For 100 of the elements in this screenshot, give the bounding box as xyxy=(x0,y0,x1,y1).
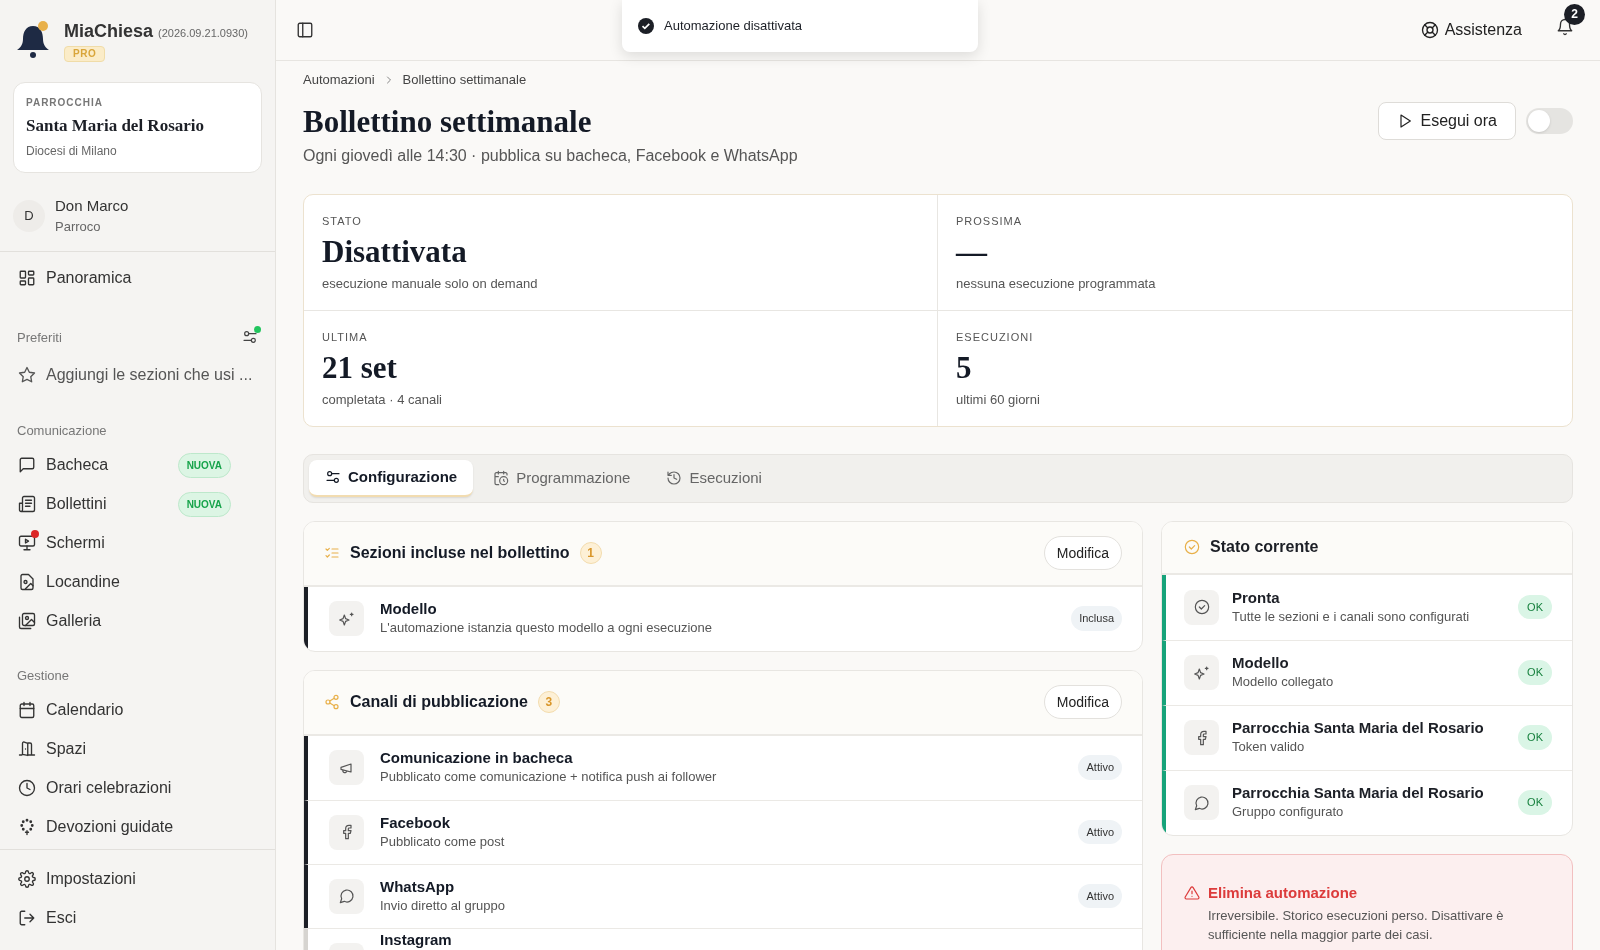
nav-item[interactable]: Esci xyxy=(0,901,275,934)
nav-item[interactable]: Impostazioni xyxy=(0,862,275,895)
stat-label: STATO xyxy=(322,213,363,229)
lifebuoy-icon xyxy=(1420,21,1439,39)
parish-diocese: Diocesi di Milano xyxy=(26,142,118,160)
app-version: (2026.09.21.0930) xyxy=(158,26,248,41)
row-title: Parrocchia Santa Maria del Rosario xyxy=(1232,718,1485,738)
door-icon xyxy=(18,739,36,758)
card-title: Stato corrente xyxy=(1210,537,1319,557)
toggle-switch[interactable] xyxy=(1526,107,1573,134)
nav-item[interactable]: Devozioni guidate xyxy=(0,810,275,843)
count-badge: 3 xyxy=(537,691,560,713)
share-icon xyxy=(324,694,340,710)
sliders-icon xyxy=(325,469,341,485)
newspaper-icon xyxy=(18,495,36,513)
row-description: Invio diretto al gruppo xyxy=(380,896,507,915)
history-icon xyxy=(666,470,683,486)
tab[interactable]: Programmazione xyxy=(477,459,647,497)
list-row[interactable]: Instagram xyxy=(304,927,1142,950)
user-avatar: D xyxy=(13,199,45,232)
user-name: Don Marco xyxy=(55,195,129,216)
tab[interactable]: Configurazione xyxy=(309,459,474,497)
chat-bubble-icon xyxy=(338,888,355,904)
images-icon xyxy=(18,612,36,630)
rosary-icon xyxy=(18,817,36,836)
run-now-button[interactable]: Esegui ora xyxy=(1377,101,1516,140)
check-circle-icon xyxy=(638,18,654,34)
row-description: Tutte le sezioni e i canali sono configurati xyxy=(1232,607,1471,626)
stat-value: 5 xyxy=(956,349,973,387)
ok-badge: OK xyxy=(1518,790,1552,815)
stat-value: Disattivata xyxy=(322,233,468,271)
tab[interactable]: Esecuzioni xyxy=(650,459,778,497)
sparkle-icon xyxy=(1193,664,1210,681)
nav-item[interactable]: Bacheca NUOVA xyxy=(0,448,275,482)
check-circle-icon xyxy=(1193,599,1210,615)
card-title: Canali di pubblicazione xyxy=(350,692,528,712)
row-description: Pubblicato come post xyxy=(380,832,506,851)
logout-icon xyxy=(18,908,36,927)
stat-label: ULTIMA xyxy=(322,329,369,345)
status-badge: Attivo xyxy=(1078,819,1122,845)
parish-card[interactable]: PARROCCHIA Santa Maria del Rosario Diocesi di Milano xyxy=(13,82,262,173)
row-title: Pronta xyxy=(1232,587,1281,607)
checklist-icon xyxy=(324,545,340,561)
list-row[interactable]: Facebook Pubblicato come post Attivo xyxy=(304,799,1142,864)
user-role: Parroco xyxy=(55,218,102,236)
sidebar-icon xyxy=(296,21,314,39)
row-description: Gruppo configurato xyxy=(1232,803,1345,822)
stat-note: completata · 4 canali xyxy=(322,391,443,409)
nav-item[interactable]: Locandine xyxy=(0,565,275,599)
breadcrumb-item[interactable]: Automazioni xyxy=(303,70,375,90)
list-row[interactable]: WhatsApp Invio diretto al gruppo Attivo xyxy=(304,863,1142,928)
ok-badge: OK xyxy=(1518,660,1552,685)
nav-item[interactable]: Orari celebrazioni xyxy=(0,771,275,804)
add-favorites-item[interactable]: Aggiungi le sezioni che usi ... xyxy=(0,359,275,391)
stat-label: PROSSIMA xyxy=(956,213,1024,229)
clock-icon xyxy=(18,778,36,797)
parish-label: PARROCCHIA xyxy=(26,96,105,110)
edit-button[interactable]: Modifica xyxy=(1043,536,1122,570)
stat-note: esecuzione manuale solo on demand xyxy=(322,275,539,293)
new-badge: NUOVA xyxy=(177,491,231,517)
section-title: Gestione xyxy=(16,666,71,685)
page-subtitle: Ogni giovedì alle 14:30 · pubblica su bacheca, Facebook e WhatsApp xyxy=(303,145,798,166)
toast-message: Automazione disattivata xyxy=(664,17,803,36)
row-title: Parrocchia Santa Maria del Rosario xyxy=(1232,783,1485,803)
list-row[interactable]: Comunicazione in bacheca Pubblicato come comunicazione + notifica push ai follower Attivo xyxy=(304,735,1142,800)
row-title: Instagram xyxy=(380,929,453,949)
status-badge: Attivo xyxy=(1078,883,1122,909)
check-circle-icon xyxy=(1184,539,1200,555)
nav-item[interactable]: Calendario xyxy=(0,693,275,726)
image-file-icon xyxy=(18,573,36,591)
new-badge: NUOVA xyxy=(177,452,231,478)
nav-item[interactable]: Panoramica xyxy=(0,261,275,294)
row-title: Comunicazione in bacheca xyxy=(380,748,574,768)
list-row[interactable]: Modello L'automazione istanzia questo modello a ogni esecuzione Inclusa xyxy=(304,586,1142,651)
breadcrumb-item[interactable]: Bollettino settimanale xyxy=(402,70,527,90)
grid-icon xyxy=(18,268,36,287)
customize-icon[interactable] xyxy=(242,329,258,346)
nav-item[interactable]: Schermi xyxy=(0,526,275,560)
edit-button[interactable]: Modifica xyxy=(1043,685,1122,719)
row-description: Pubblicato come comunicazione + notifica push ai follower xyxy=(380,768,718,787)
row-title: Facebook xyxy=(380,812,452,832)
nav-item[interactable]: Spazi xyxy=(0,732,275,765)
help-link[interactable]: Assistenza xyxy=(1420,18,1522,42)
ok-badge: OK xyxy=(1518,725,1552,750)
stat-note: ultimi 60 giorni xyxy=(956,391,1041,409)
count-badge: 1 xyxy=(579,542,602,564)
plan-badge: PRO xyxy=(64,46,106,62)
row-description: L'automazione istanzia questo modello a ogni esecuzione xyxy=(380,619,714,638)
chat-bubble-icon xyxy=(1193,794,1210,811)
status-badge: Inclusa xyxy=(1071,606,1122,631)
sidebar-toggle-button[interactable] xyxy=(296,21,314,39)
row-description: Token valido xyxy=(1232,738,1306,757)
nav-item[interactable]: Bollettini NUOVA xyxy=(0,487,275,521)
nav-item[interactable]: Galleria xyxy=(0,604,275,638)
monitor-icon xyxy=(18,534,36,552)
row-title: WhatsApp xyxy=(380,876,456,896)
row-title: Modello xyxy=(380,599,438,619)
parish-name: Santa Maria del Rosario xyxy=(26,115,206,137)
section-title: Comunicazione xyxy=(16,422,108,440)
section-title: Preferiti xyxy=(17,328,62,347)
